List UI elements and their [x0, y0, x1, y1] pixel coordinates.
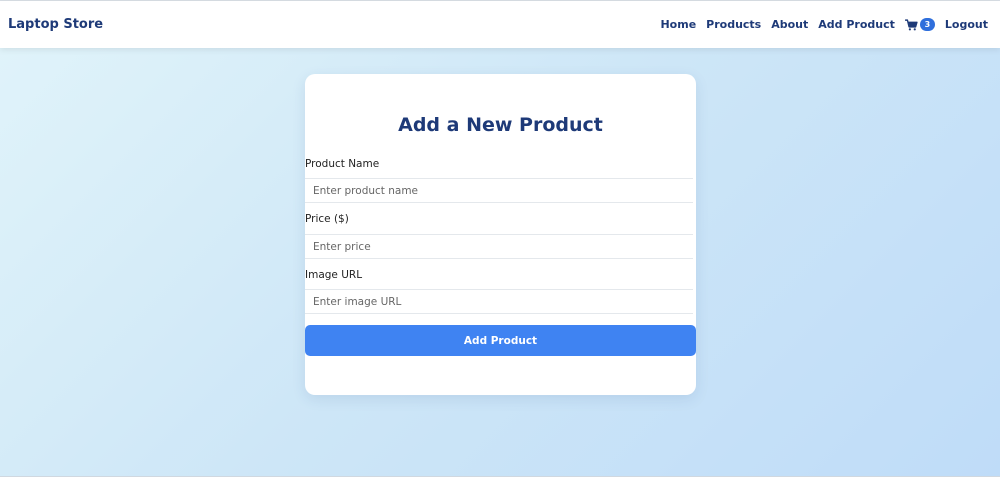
brand-logo[interactable]: Laptop Store: [8, 17, 103, 32]
cart-count-badge: 3: [919, 18, 935, 31]
product-name-input[interactable]: [305, 178, 693, 203]
navbar: Laptop Store Home Products About Add Pro…: [0, 1, 1000, 48]
add-product-form-card: Add a New Product Product Name Price ($)…: [305, 74, 696, 395]
price-label: Price ($): [305, 213, 349, 225]
nav-links: Home Products About Add Product 3 Logout: [660, 18, 988, 31]
price-input[interactable]: [305, 234, 693, 259]
nav-link-about[interactable]: About: [771, 18, 808, 31]
add-product-button[interactable]: Add Product: [305, 325, 696, 356]
image-url-label: Image URL: [305, 269, 363, 281]
form-title: Add a New Product: [398, 114, 603, 136]
nav-link-home[interactable]: Home: [660, 18, 696, 31]
nav-link-logout[interactable]: Logout: [945, 18, 988, 31]
product-name-label: Product Name: [305, 158, 380, 170]
nav-link-products[interactable]: Products: [706, 18, 761, 31]
cart-icon: [904, 18, 918, 30]
cart-button[interactable]: 3: [904, 18, 935, 31]
nav-link-add-product[interactable]: Add Product: [818, 18, 895, 31]
image-url-input[interactable]: [305, 289, 693, 314]
